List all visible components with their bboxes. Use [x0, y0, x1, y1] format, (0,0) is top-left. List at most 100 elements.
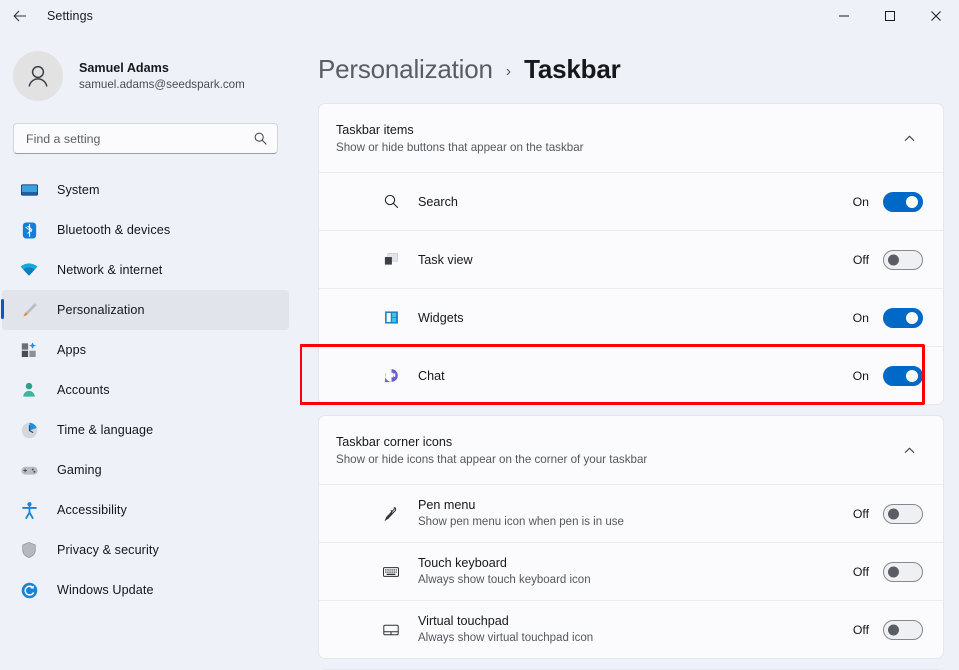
- toggle-knob: [906, 311, 918, 324]
- sidebar-item-label: Apps: [57, 343, 87, 357]
- window-body: Samuel Adams samuel.adams@seedspark.com: [0, 32, 959, 670]
- wifi-icon: [18, 259, 40, 281]
- page-title: Taskbar: [524, 54, 621, 84]
- accessibility-person-icon: [18, 499, 40, 521]
- toggle-task-view[interactable]: [883, 249, 923, 270]
- sidebar-item-label: Privacy & security: [57, 543, 159, 557]
- sidebar-item-label: Accessibility: [57, 503, 127, 517]
- paintbrush-icon: [18, 299, 40, 321]
- row-pen-menu[interactable]: Pen menu Show pen menu icon when pen is …: [319, 484, 943, 542]
- search-magnifier-icon: [380, 191, 402, 213]
- sidebar-item-label: Network & internet: [57, 263, 163, 277]
- search-icon: [254, 132, 267, 145]
- shield-icon: [18, 539, 40, 561]
- sidebar-item-label: Personalization: [57, 303, 145, 317]
- sidebar-item-label: Accounts: [57, 383, 110, 397]
- sidebar-item-label: Gaming: [57, 463, 102, 477]
- chevron-up-icon[interactable]: [895, 436, 923, 464]
- task-view-icon: [380, 249, 402, 271]
- row-virtual-touchpad[interactable]: Virtual touchpad Always show virtual tou…: [319, 600, 943, 658]
- row-state-text: On: [852, 368, 869, 383]
- row-label: Pen menu: [418, 498, 476, 512]
- sidebar-item-accessibility[interactable]: Accessibility: [2, 490, 289, 530]
- section-subtitle: Show or hide icons that appear on the co…: [336, 452, 648, 466]
- row-label: Search: [418, 194, 458, 209]
- close-icon: [931, 11, 941, 21]
- window-controls: [821, 0, 959, 32]
- sidebar-item-label: Bluetooth & devices: [57, 223, 171, 237]
- taskbar-items-header[interactable]: Taskbar items Show or hide buttons that …: [319, 104, 943, 172]
- sidebar-item-privacy-security[interactable]: Privacy & security: [2, 530, 289, 570]
- row-widgets[interactable]: Widgets On: [319, 288, 943, 346]
- row-state-text: Off: [852, 622, 869, 637]
- widgets-icon: [380, 307, 402, 329]
- row-search[interactable]: Search On: [319, 172, 943, 230]
- toggle-knob: [888, 508, 899, 519]
- sidebar-item-system[interactable]: System: [2, 170, 289, 210]
- toggle-virtual-touchpad[interactable]: [883, 619, 923, 640]
- bluetooth-icon: [18, 219, 40, 241]
- sidebar-item-personalization[interactable]: Personalization: [1, 290, 289, 330]
- maximize-button[interactable]: [867, 0, 913, 32]
- sidebar-item-gaming[interactable]: Gaming: [2, 450, 289, 490]
- toggle-knob: [888, 566, 899, 577]
- touchpad-icon: [380, 619, 402, 641]
- sidebar-item-windows-update[interactable]: Windows Update: [2, 570, 289, 610]
- breadcrumb-parent[interactable]: Personalization: [318, 54, 493, 85]
- account-email: samuel.adams@seedspark.com: [79, 77, 245, 91]
- sidebar-item-time-language[interactable]: Time & language: [2, 410, 289, 450]
- sidebar-item-label: Windows Update: [57, 583, 154, 597]
- row-task-view[interactable]: Task view Off: [319, 230, 943, 288]
- apps-grid-icon: [18, 339, 40, 361]
- sidebar-item-label: Time & language: [57, 423, 154, 437]
- row-state-text: Off: [852, 252, 869, 267]
- keyboard-icon: [380, 561, 402, 583]
- taskbar-corner-icons-header[interactable]: Taskbar corner icons Show or hide icons …: [319, 416, 943, 484]
- minimize-button[interactable]: [821, 0, 867, 32]
- row-subtitle: Always show virtual touchpad icon: [418, 632, 594, 644]
- search-box[interactable]: [13, 123, 278, 154]
- update-refresh-icon: [18, 579, 40, 601]
- row-label: Widgets: [418, 310, 464, 325]
- chevron-up-icon[interactable]: [895, 124, 923, 152]
- row-state-text: On: [852, 194, 869, 209]
- toggle-chat[interactable]: [883, 365, 923, 386]
- row-chat[interactable]: Chat On: [319, 346, 943, 404]
- row-subtitle: Always show touch keyboard icon: [418, 574, 591, 586]
- gamepad-icon: [18, 459, 40, 481]
- row-touch-keyboard[interactable]: Touch keyboard Always show touch keyboar…: [319, 542, 943, 600]
- search-input[interactable]: [26, 131, 253, 146]
- back-button[interactable]: [0, 0, 40, 32]
- row-label: Task view: [418, 252, 473, 267]
- toggle-search[interactable]: [883, 191, 923, 212]
- sidebar-item-accounts[interactable]: Accounts: [2, 370, 289, 410]
- row-label: Virtual touchpad: [418, 614, 509, 628]
- breadcrumb-separator-icon: ›: [505, 63, 512, 80]
- toggle-widgets[interactable]: [883, 307, 923, 328]
- settings-window: Settings Samuel Adams samuel.adams@seeds…: [0, 0, 959, 670]
- avatar: [13, 51, 63, 101]
- sidebar-nav: System Bluetooth & devices Network & int…: [0, 170, 289, 610]
- row-state-text: Off: [852, 506, 869, 521]
- row-subtitle: Show pen menu icon when pen is in use: [418, 516, 624, 528]
- person-avatar-icon: [28, 65, 48, 87]
- toggle-knob: [906, 369, 918, 382]
- sidebar-item-apps[interactable]: Apps: [2, 330, 289, 370]
- row-label: Chat: [418, 368, 445, 383]
- sidebar-item-network-internet[interactable]: Network & internet: [2, 250, 289, 290]
- back-arrow-icon: [13, 10, 26, 22]
- chat-bubble-icon: [380, 365, 402, 387]
- sidebar-item-bluetooth-devices[interactable]: Bluetooth & devices: [2, 210, 289, 250]
- toggle-pen-menu[interactable]: [883, 503, 923, 524]
- sidebar-item-label: System: [57, 183, 100, 197]
- row-state-text: Off: [852, 564, 869, 579]
- toggle-touch-keyboard[interactable]: [883, 561, 923, 582]
- monitor-icon: [18, 179, 40, 201]
- minimize-icon: [839, 15, 849, 17]
- maximize-icon: [885, 11, 895, 21]
- row-state-text: On: [852, 310, 869, 325]
- toggle-knob: [888, 624, 899, 635]
- breadcrumb: Personalization › Taskbar: [318, 32, 944, 103]
- account-tile[interactable]: Samuel Adams samuel.adams@seedspark.com: [0, 32, 289, 106]
- close-button[interactable]: [913, 0, 959, 32]
